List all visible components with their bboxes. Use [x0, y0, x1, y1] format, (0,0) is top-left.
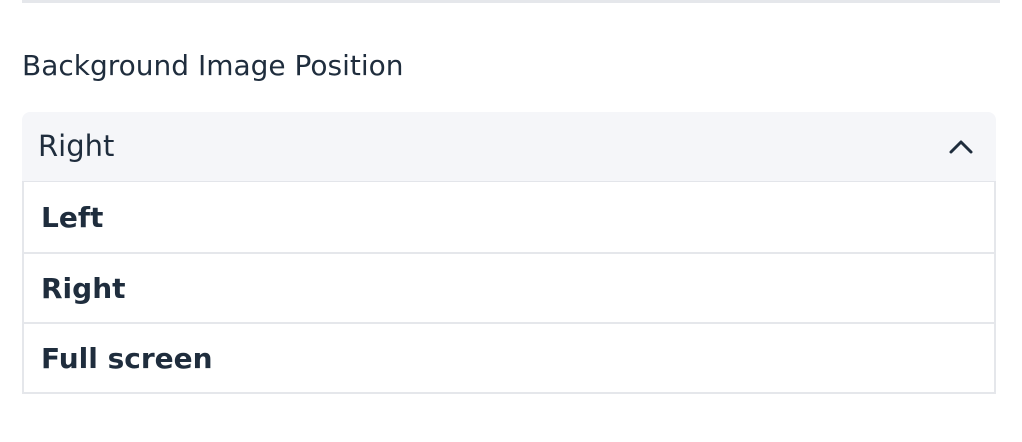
settings-panel: Background Image Position Right Left Rig…	[0, 0, 1022, 442]
option-full-screen[interactable]: Full screen	[24, 322, 994, 392]
field-label: Background Image Position	[22, 49, 404, 82]
selected-value: Right	[38, 129, 115, 163]
chevron-up-icon[interactable]	[948, 136, 974, 156]
section-divider	[22, 0, 1000, 3]
option-right[interactable]: Right	[24, 252, 994, 322]
option-left[interactable]: Left	[24, 182, 994, 252]
background-position-select[interactable]: Right	[22, 112, 996, 182]
options-list: Left Right Full screen	[22, 182, 996, 394]
